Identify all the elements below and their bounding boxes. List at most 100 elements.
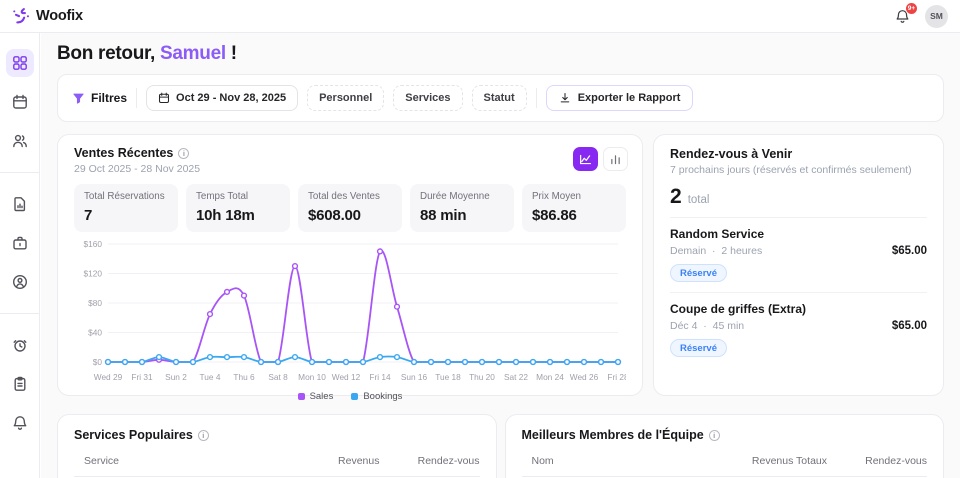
date-range-label: Oct 29 - Nov 28, 2025: [176, 92, 286, 104]
export-report-button[interactable]: Exporter le Rapport: [546, 85, 694, 111]
stat-label: Total Réservations: [84, 191, 168, 202]
sidebar-item-staff[interactable]: [6, 268, 34, 296]
svg-text:$160: $160: [84, 239, 103, 249]
notifications-button[interactable]: 9+: [893, 7, 911, 25]
appointment-item[interactable]: Random ServiceDemain · 2 heures$65.00Rés…: [670, 217, 927, 292]
sales-line-chart-svg: $0$40$80$120$160Wed 29Fri 31Sun 2Tue 4Th…: [74, 236, 626, 386]
avatar[interactable]: SM: [925, 5, 948, 28]
top-team-card: Meilleurs Membres de l'Équipe i NomReven…: [505, 414, 945, 478]
sidebar-item-reports[interactable]: [6, 370, 34, 398]
svg-text:Wed 12: Wed 12: [332, 372, 361, 382]
svg-text:Sat 22: Sat 22: [504, 372, 528, 382]
info-icon[interactable]: i: [198, 430, 209, 441]
greeting-suffix: !: [226, 43, 237, 64]
recent-sales-card: Ventes Récentes i 29 Oct 2025 - 28 Nov 2…: [57, 134, 643, 396]
info-icon[interactable]: i: [178, 148, 189, 159]
svg-text:$80: $80: [88, 298, 102, 308]
page-title: Bon retour, Samuel !: [57, 43, 944, 65]
greeting-name: Samuel: [160, 43, 226, 64]
info-icon[interactable]: i: [709, 430, 720, 441]
stat-total-des-ventes: Total des Ventes$608.00: [298, 184, 402, 232]
clients-icon: [12, 133, 28, 149]
funnel-icon: [72, 92, 85, 105]
status-badge: Réservé: [670, 339, 727, 357]
legend-swatch: [298, 393, 305, 400]
services-filter-button[interactable]: Services: [393, 85, 462, 111]
stat-label: Durée Moyenne: [420, 191, 504, 202]
appointments-list: Random ServiceDemain · 2 heures$65.00Rés…: [670, 217, 927, 367]
pets-icon: [12, 337, 28, 353]
svg-text:Tue 18: Tue 18: [435, 372, 461, 382]
dashboard-icon: [12, 55, 28, 71]
stat-label: Prix Moyen: [532, 191, 616, 202]
svg-text:$0: $0: [93, 357, 103, 367]
stat-value: 10h 18m: [196, 207, 280, 224]
appointment-name: Random Service: [670, 227, 927, 241]
legend-item-sales[interactable]: Sales: [298, 391, 334, 402]
sidebar: [0, 33, 40, 478]
popular-services-headers: ServiceRevenusRendez-vous: [74, 455, 480, 477]
brand-name: Woofix: [36, 8, 83, 24]
column-header: Revenus Totaux: [677, 455, 827, 467]
svg-text:Tue 4: Tue 4: [200, 372, 221, 382]
svg-text:Wed 29: Wed 29: [94, 372, 123, 382]
appointment-price: $65.00: [892, 245, 927, 257]
column-header: Rendez-vous: [380, 455, 480, 467]
stat-label: Total des Ventes: [308, 191, 392, 202]
export-report-label: Exporter le Rapport: [578, 92, 681, 104]
stat-value: $86.86: [532, 207, 616, 224]
sidebar-item-clients[interactable]: [6, 127, 34, 155]
svg-text:Thu 20: Thu 20: [469, 372, 495, 382]
date-range-button[interactable]: Oct 29 - Nov 28, 2025: [146, 85, 298, 111]
main-content: Bon retour, Samuel ! Filtres Oct 29 - No…: [41, 33, 960, 478]
sidebar-item-dashboard[interactable]: [6, 49, 34, 77]
svg-text:Mon 10: Mon 10: [298, 372, 326, 382]
appointment-price: $65.00: [892, 320, 927, 332]
notification-badge: 9+: [905, 2, 918, 15]
appointments-total-value: 2: [670, 185, 682, 209]
top-team-headers: NomRevenus TotauxRendez-vous: [522, 455, 928, 477]
chart-legend: Sales Bookings: [74, 391, 626, 402]
svg-text:Fri 31: Fri 31: [131, 372, 153, 382]
sidebar-item-invoices[interactable]: [6, 190, 34, 218]
appointment-item[interactable]: Coupe de griffes (Extra)Déc 4 · 45 min$6…: [670, 292, 927, 367]
svg-text:Fri 28: Fri 28: [607, 372, 626, 382]
woofix-logo-icon: [12, 7, 31, 26]
svg-text:Sat 8: Sat 8: [268, 372, 288, 382]
line-chart-toggle-button[interactable]: [573, 147, 598, 171]
stat-duree-moyenne: Durée Moyenne88 min: [410, 184, 514, 232]
filters-label: Filtres: [91, 91, 127, 105]
personnel-filter-button[interactable]: Personnel: [307, 85, 384, 111]
stat-label: Temps Total: [196, 191, 280, 202]
divider: [536, 88, 537, 108]
appointments-total: 2 total: [670, 185, 927, 209]
svg-text:$120: $120: [84, 269, 103, 279]
sidebar-item-notifications[interactable]: [6, 409, 34, 437]
top-team-title: Meilleurs Membres de l'Équipe: [522, 428, 704, 442]
bar-chart-toggle-button[interactable]: [603, 147, 628, 171]
brand-logo: Woofix: [12, 7, 83, 26]
popular-services-card: Services Populaires i ServiceRevenusRend…: [57, 414, 497, 478]
bar-chart-icon: [609, 153, 622, 166]
invoices-icon: [12, 196, 28, 212]
recent-sales-subtitle: 29 Oct 2025 - 28 Nov 2025: [74, 163, 626, 175]
sales-stats-row: Total Réservations7Temps Total10h 18mTot…: [74, 184, 626, 232]
sidebar-item-services[interactable]: [6, 229, 34, 257]
divider: [136, 88, 137, 108]
statut-filter-button[interactable]: Statut: [472, 85, 527, 111]
greeting-prefix: Bon retour,: [57, 43, 155, 64]
calendar-icon: [158, 92, 170, 104]
legend-item-bookings[interactable]: Bookings: [351, 391, 402, 402]
appointments-total-label: total: [688, 194, 710, 206]
sidebar-item-calendar[interactable]: [6, 88, 34, 116]
staff-icon: [12, 274, 28, 290]
line-chart-icon: [579, 153, 592, 166]
sales-chart: $0$40$80$120$160Wed 29Fri 31Sun 2Tue 4Th…: [74, 236, 626, 391]
app-header: Woofix 9+ SM: [0, 0, 960, 33]
filter-bar: Filtres Oct 29 - Nov 28, 2025 Personnel …: [57, 74, 944, 122]
column-header: Service: [84, 455, 250, 467]
sidebar-item-pets[interactable]: [6, 331, 34, 359]
appointment-meta: Déc 4 · 45 min: [670, 320, 744, 332]
filters-button[interactable]: Filtres: [72, 91, 127, 105]
chart-type-toggles: [573, 147, 628, 171]
